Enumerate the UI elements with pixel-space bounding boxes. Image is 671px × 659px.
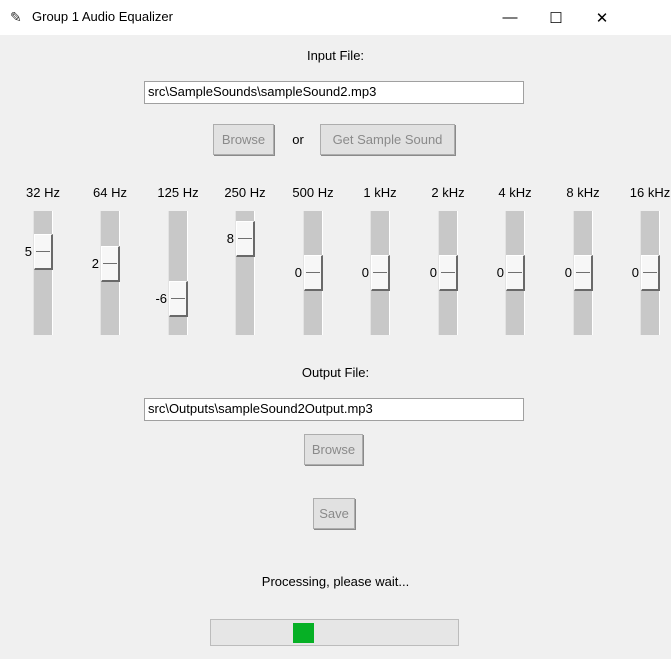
- input-browse-button[interactable]: Browse: [213, 124, 274, 155]
- eq-slider[interactable]: 500 Hz 0: [283, 185, 343, 337]
- slider-thumb[interactable]: [371, 255, 390, 291]
- band-label: 2 kHz: [431, 185, 465, 200]
- eq-slider[interactable]: 4 kHz 0: [485, 185, 545, 337]
- slider-value: 0: [429, 265, 437, 280]
- slider-thumb[interactable]: [641, 255, 660, 291]
- or-label: or: [292, 132, 304, 147]
- band-label: 4 kHz: [498, 185, 532, 200]
- eq-slider[interactable]: 8 kHz 0: [553, 185, 613, 337]
- band-label: 32 Hz: [26, 185, 60, 200]
- slider-thumb[interactable]: [101, 246, 120, 283]
- progress-bar: [210, 619, 459, 646]
- slider-thumb[interactable]: [574, 255, 593, 291]
- slider-thumb[interactable]: [236, 220, 255, 257]
- eq-slider[interactable]: 16 kHz 0: [620, 185, 671, 337]
- slider-value: 0: [496, 265, 504, 280]
- slider-value: 8: [226, 230, 234, 246]
- eq-slider[interactable]: 32 Hz 5: [13, 185, 73, 337]
- eq-slider[interactable]: 64 Hz 2: [80, 185, 140, 337]
- slider-thumb[interactable]: [439, 255, 458, 291]
- eq-slider[interactable]: 125 Hz -6: [148, 185, 208, 337]
- output-file-field[interactable]: src\Outputs\sampleSound2Output.mp3: [144, 398, 524, 421]
- close-button[interactable]: ✕: [579, 0, 625, 35]
- progress-indicator: [293, 623, 314, 643]
- save-button[interactable]: Save: [313, 498, 355, 529]
- band-label: 500 Hz: [292, 185, 334, 200]
- slider-thumb[interactable]: [34, 233, 53, 270]
- slider-value: 2: [91, 256, 99, 272]
- window-title: Group 1 Audio Equalizer: [32, 9, 173, 24]
- band-label: 64 Hz: [93, 185, 127, 200]
- slider-thumb[interactable]: [169, 280, 188, 317]
- eq-slider[interactable]: 2 kHz 0: [418, 185, 478, 337]
- slider-value: 0: [564, 265, 572, 280]
- slider-value: 0: [631, 265, 639, 280]
- output-file-label: Output File:: [301, 365, 370, 380]
- band-label: 1 kHz: [363, 185, 397, 200]
- slider-value: 0: [361, 265, 369, 280]
- slider-trough[interactable]: [33, 211, 53, 335]
- output-browse-button[interactable]: Browse: [304, 434, 363, 465]
- maximize-button[interactable]: ☐: [533, 0, 579, 35]
- feather-icon: ✎: [10, 9, 22, 25]
- band-label: 16 kHz: [629, 185, 671, 200]
- slider-value: -6: [155, 290, 167, 306]
- input-file-label: Input File:: [306, 48, 365, 63]
- slider-thumb[interactable]: [304, 255, 323, 291]
- slider-value: 0: [294, 265, 302, 280]
- eq-slider[interactable]: 250 Hz 8: [215, 185, 275, 337]
- eq-slider[interactable]: 1 kHz 0: [350, 185, 410, 337]
- band-label: 125 Hz: [157, 185, 199, 200]
- input-file-field[interactable]: src\SampleSounds\sampleSound2.mp3: [144, 81, 524, 104]
- band-label: 8 kHz: [566, 185, 600, 200]
- slider-thumb[interactable]: [506, 255, 525, 291]
- get-sample-sound-button[interactable]: Get Sample Sound: [320, 124, 455, 155]
- band-label: 250 Hz: [224, 185, 266, 200]
- title-bar: ✎ Group 1 Audio Equalizer — ☐ ✕: [0, 0, 671, 35]
- slider-value: 5: [24, 243, 32, 259]
- minimize-button[interactable]: —: [487, 0, 533, 35]
- status-label: Processing, please wait...: [261, 574, 410, 589]
